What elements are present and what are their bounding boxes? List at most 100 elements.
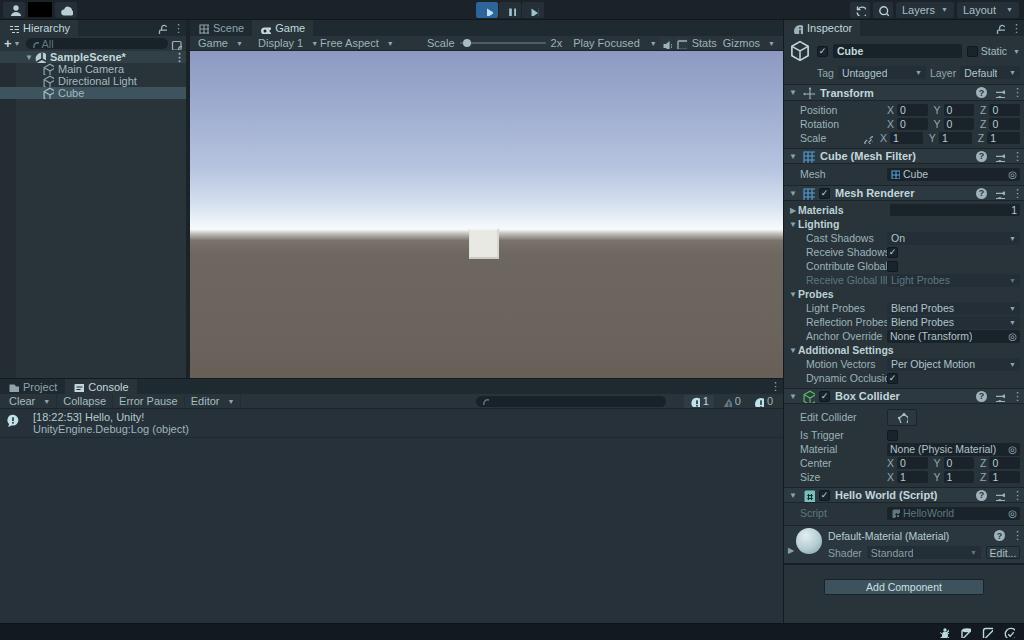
menu-kebab-icon[interactable]: ⋮ [174,51,182,64]
editor-dropdown[interactable]: Editor▼ [185,394,242,408]
lock-icon[interactable] [156,23,167,34]
shader-edit-button[interactable]: Edit... [986,546,1020,559]
rotation-x-field[interactable]: 0 [897,118,928,130]
edit-collider-button[interactable] [887,409,917,426]
console-search-input[interactable] [476,396,666,407]
foldout-icon[interactable]: ▼ [24,53,34,62]
scene-picker-icon[interactable] [170,38,182,50]
help-icon[interactable]: ? [976,87,987,98]
add-object-button[interactable]: + [4,38,12,49]
box-collider-header[interactable]: ▼ ✓ Box Collider ?⋮ [784,388,1024,404]
presets-icon[interactable] [994,87,1005,98]
cast-shadows-dropdown[interactable]: On▼ [887,232,1020,245]
display-dropdown[interactable]: Display 1▼ [255,37,317,49]
center-y-field[interactable]: 0 [944,457,975,469]
chevron-down-icon[interactable]: ▼ [1010,48,1020,55]
presets-icon[interactable] [994,188,1005,199]
menu-kebab-icon[interactable]: ⋮ [1011,22,1019,35]
lighting-foldout[interactable]: ▼Lighting [784,217,1024,231]
static-checkbox[interactable] [967,46,978,57]
object-picker-icon[interactable]: ◎ [1008,444,1017,455]
gizmos-dropdown[interactable]: Gizmos▼ [720,37,778,49]
presets-icon[interactable] [994,151,1005,162]
game-viewport[interactable] [190,51,783,378]
play-focused-dropdown[interactable]: Play Focused▼ [570,37,660,49]
layout-dropdown[interactable]: Layout▼ [957,2,1019,18]
menu-kebab-icon[interactable]: ⋮ [1012,86,1020,99]
display-mode-dropdown[interactable]: Game▼ [195,37,255,49]
shader-dropdown[interactable]: Standard▼ [867,546,981,559]
presets-icon[interactable] [994,490,1005,501]
scale-slider[interactable] [460,42,546,44]
scale-x-field[interactable]: 1 [890,132,923,144]
size-x-field[interactable]: 1 [897,471,928,483]
menu-kebab-icon[interactable]: ⋮ [1012,529,1020,542]
mesh-filter-header[interactable]: ▼ Cube (Mesh Filter) ?⋮ [784,148,1024,164]
chevron-down-icon[interactable]: ▼ [14,40,21,47]
enabled-checkbox[interactable]: ✓ [819,391,830,402]
cloud-services-button[interactable] [55,2,77,18]
tab-hierarchy[interactable]: Hierarchy [0,20,78,36]
help-icon[interactable]: ? [976,151,987,162]
dynamic-occlusion-checkbox[interactable]: ✓ [887,373,898,384]
foldout-icon[interactable]: ▼ [788,392,798,401]
error-pause-button[interactable]: Error Pause [113,394,185,408]
menu-kebab-icon[interactable]: ⋮ [1012,390,1020,403]
light-probes-dropdown[interactable]: Blend Probes▼ [887,302,1020,315]
mute-audio-button[interactable] [660,37,673,50]
menu-kebab-icon[interactable]: ⋮ [1012,489,1020,502]
name-field[interactable]: Cube [833,44,962,58]
gameobject-cube-icon[interactable] [788,40,812,62]
foldout-icon[interactable]: ▼ [788,88,798,97]
active-checkbox[interactable]: ✓ [817,46,828,57]
activity-ok-icon[interactable] [1003,626,1015,638]
help-icon[interactable]: ? [976,188,987,199]
layers-dropdown[interactable]: Layers▼ [896,2,954,18]
package-manager-disabled-icon[interactable] [981,626,993,638]
tab-inspector[interactable]: Inspector [784,20,860,36]
log-count-toggle[interactable]: 1 [684,395,714,408]
warning-count-toggle[interactable]: 0 [716,395,746,408]
help-icon[interactable]: ? [976,490,987,501]
clear-button[interactable]: Clear▼ [3,394,57,408]
scale-slider-knob[interactable] [463,39,471,47]
script-object-field[interactable]: HelloWorld◎ [887,507,1020,520]
position-x-field[interactable]: 0 [897,104,928,116]
undo-history-button[interactable] [850,2,870,18]
materials-count-field[interactable]: 1 [890,204,1020,216]
receive-gi-dropdown[interactable]: Light Probes▼ [887,274,1020,287]
script-header[interactable]: ▼ ✓ Hello World (Script) ?⋮ [784,487,1024,503]
menu-kebab-icon[interactable]: ⋮ [173,22,181,35]
add-component-button[interactable]: Add Component [824,579,984,595]
tab-game[interactable]: Game [252,20,313,36]
pause-button[interactable] [499,2,521,18]
console-log-entry[interactable]: [18:22:53] Hello, Unity! UnityEngine.Deb… [0,409,783,438]
anchor-override-field[interactable]: None (Transform)◎ [887,330,1020,343]
enabled-checkbox[interactable]: ✓ [819,188,830,199]
hierarchy-search-input[interactable]: All [26,38,168,49]
help-icon[interactable]: ? [976,391,987,402]
scale-y-field[interactable]: 1 [939,132,972,144]
is-trigger-checkbox[interactable] [887,430,898,441]
position-z-field[interactable]: 0 [989,104,1020,116]
hierarchy-item-directional-light[interactable]: Directional Light [0,75,186,87]
foldout-icon[interactable]: ▼ [788,189,798,198]
object-picker-icon[interactable]: ◎ [1008,331,1017,342]
menu-kebab-icon[interactable]: ⋮ [1012,187,1020,200]
stats-button[interactable]: Stats [689,37,720,49]
physic-material-field[interactable]: None (Physic Material)◎ [887,443,1020,456]
rotation-z-field[interactable]: 0 [989,118,1020,130]
link-scale-icon[interactable] [862,133,873,144]
tab-project[interactable]: Project [0,379,65,394]
cache-server-disabled-icon[interactable] [959,626,971,638]
scale-z-field[interactable]: 1 [987,132,1020,144]
hierarchy-item-cube[interactable]: Cube [0,87,186,99]
error-count-toggle[interactable]: 0 [748,395,778,408]
position-y-field[interactable]: 0 [944,104,975,116]
additional-settings-foldout[interactable]: ▼Additional Settings [784,343,1024,357]
probes-foldout[interactable]: ▼Probes [784,287,1024,301]
account-button[interactable] [3,2,25,18]
step-button[interactable] [522,2,544,18]
reflection-probes-dropdown[interactable]: Blend Probes▼ [887,316,1020,329]
transform-header[interactable]: ▼ Transform ?⋮ [784,85,1024,101]
